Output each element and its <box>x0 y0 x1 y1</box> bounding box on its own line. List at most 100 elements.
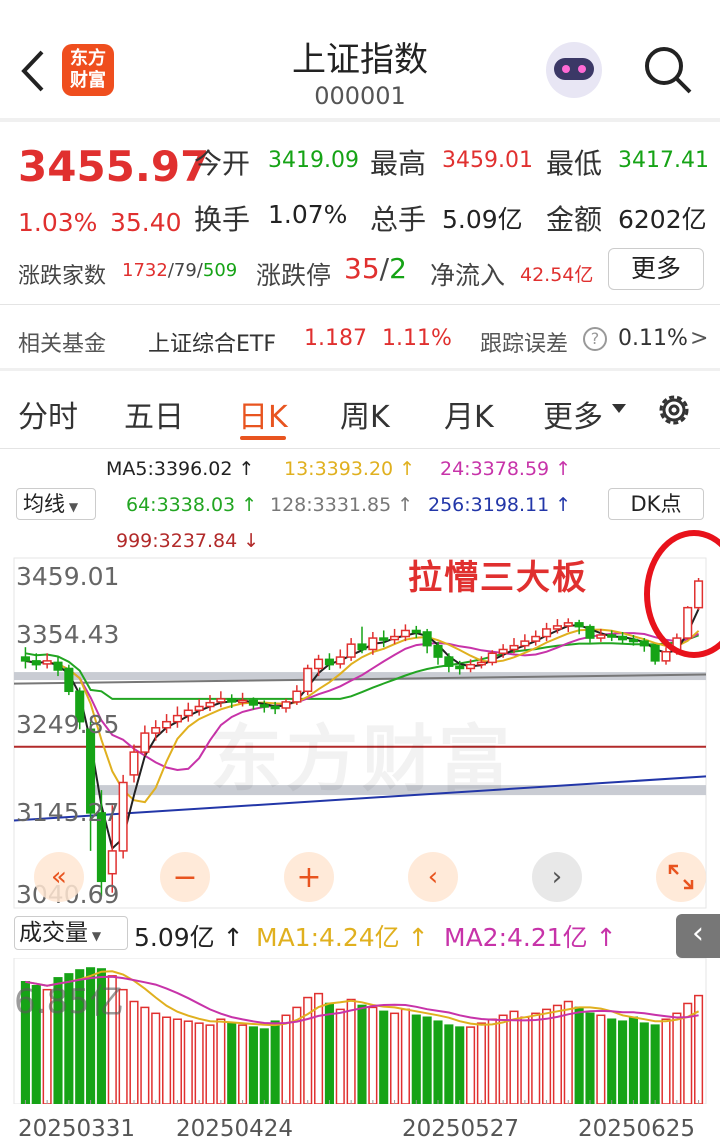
volume-bar <box>314 992 324 1104</box>
collapse-panel-button[interactable]: ‹ <box>676 914 720 958</box>
limit-up: 35 <box>344 252 380 285</box>
y-tick-label: 3249.85 <box>16 710 120 739</box>
low-label: 最低 <box>546 147 603 180</box>
search-icon[interactable] <box>642 44 694 96</box>
fund-label: 相关基金 <box>18 332 107 357</box>
candle <box>639 640 649 647</box>
fund-name[interactable]: 上证综合ETF <box>148 326 276 358</box>
candle <box>357 643 367 651</box>
slash: / <box>379 252 390 285</box>
ma128-value: 128:3331.85 <box>270 494 392 516</box>
candle <box>607 634 617 638</box>
volume-bar <box>574 1006 584 1104</box>
chevron-left-icon: ‹ <box>427 862 439 892</box>
tab-five-day[interactable]: 五日 <box>124 392 184 436</box>
candle <box>140 732 150 753</box>
volume-bar <box>618 1020 628 1104</box>
tab-intraday[interactable]: 分时 <box>18 392 78 436</box>
volume-bar <box>444 1024 454 1104</box>
track-value: 0.11% <box>618 326 688 351</box>
candle <box>379 637 389 641</box>
amount-value: 6202亿 <box>618 205 707 234</box>
fullscreen-button[interactable] <box>656 852 706 902</box>
breadth-down: 509 <box>202 260 238 281</box>
volume-bar <box>455 1026 465 1104</box>
scroll-left-fast-button[interactable]: « <box>34 852 84 902</box>
tab-weekly-k[interactable]: 周K <box>340 392 390 436</box>
change-amount: 35.40 <box>110 208 182 237</box>
help-icon[interactable]: ? <box>583 327 607 351</box>
up-arrow: ↑ <box>555 494 572 516</box>
candle <box>368 637 378 651</box>
inflow-value: 42.54亿 <box>520 264 594 286</box>
tab-daily-k[interactable]: 日K <box>238 392 288 436</box>
candle <box>107 850 117 875</box>
dk-button[interactable]: DK点 <box>608 488 704 520</box>
volume-bar <box>509 1010 519 1104</box>
volume-bar <box>596 1014 606 1104</box>
volume-bar <box>368 1006 378 1104</box>
expand-icon <box>668 864 694 890</box>
zoom-in-button[interactable]: + <box>284 852 334 902</box>
breadth-up: 1732 <box>122 260 168 281</box>
y-tick-label: 3354.43 <box>16 620 120 649</box>
top-bar: 东方财富 上证指数 000001 <box>0 0 720 118</box>
volume-bar <box>498 1014 508 1104</box>
volume-bar <box>422 1016 432 1104</box>
volume-bar <box>531 1012 541 1104</box>
up-arrow: ↑ <box>407 923 429 952</box>
ma64-legend: 64:3338.03 ↑ <box>126 494 257 516</box>
zoom-out-button[interactable]: − <box>160 852 210 902</box>
ma999-legend: 999:3237.84 ↓ <box>116 530 259 552</box>
double-chevron-left-icon: « <box>51 862 67 892</box>
open-label: 今开 <box>194 147 251 180</box>
volume-bar <box>183 1020 193 1104</box>
x-date-label: 20250625 <box>578 1116 696 1142</box>
volume-bar <box>400 1008 410 1104</box>
candle <box>542 628 552 638</box>
up-arrow: ↑ <box>399 458 416 480</box>
volume-select[interactable]: 成交量 ▼ <box>14 916 128 950</box>
gear-icon[interactable] <box>654 390 694 430</box>
candle <box>31 660 41 666</box>
candle <box>411 629 421 634</box>
volume-select-label: 成交量 <box>19 920 88 946</box>
high-value: 3459.01 <box>442 148 533 173</box>
candle <box>661 650 671 662</box>
volume-bar <box>151 1012 161 1104</box>
candle <box>618 635 628 641</box>
volume-bar <box>346 998 356 1104</box>
volume-value-legend: 5.09亿 ↑ <box>134 918 244 954</box>
more-button[interactable]: 更多 <box>608 248 704 290</box>
volume-bar <box>411 1014 421 1104</box>
candle <box>455 665 465 670</box>
limit-down: 2 <box>389 252 407 285</box>
vol-ma2-value: MA2:4.21亿 <box>444 923 588 952</box>
chevron-right-icon: › <box>551 862 563 892</box>
y-tick-label: 3145.27 <box>16 798 120 827</box>
volume-bar <box>542 1008 552 1104</box>
volume-value: 5.09亿 <box>442 205 523 234</box>
page-title: 上证指数 <box>292 40 428 80</box>
robot-avatar-icon[interactable] <box>546 42 602 98</box>
candle <box>650 644 660 662</box>
track-label: 跟踪误差 <box>480 332 569 357</box>
volume-bar <box>140 1006 150 1104</box>
tab-monthly-k[interactable]: 月K <box>444 392 494 436</box>
scroll-right-button[interactable]: › <box>532 852 582 902</box>
chevron-right-icon[interactable]: > <box>690 326 708 351</box>
candle <box>335 656 345 665</box>
ma64-value: 64:3338.03 <box>126 494 236 516</box>
scroll-left-button[interactable]: ‹ <box>408 852 458 902</box>
candle <box>574 622 584 628</box>
candle <box>162 720 172 729</box>
candle <box>422 631 432 647</box>
candle <box>563 622 573 627</box>
breadth-label: 涨跌家数 <box>18 264 107 289</box>
ma-select[interactable]: 均线 ▼ <box>16 488 96 520</box>
tab-more[interactable]: 更多 <box>543 392 603 436</box>
volume-bar <box>335 1008 345 1104</box>
volume-bar <box>639 1022 649 1104</box>
fund-price: 1.187 <box>304 326 367 351</box>
high-label: 最高 <box>370 147 427 180</box>
